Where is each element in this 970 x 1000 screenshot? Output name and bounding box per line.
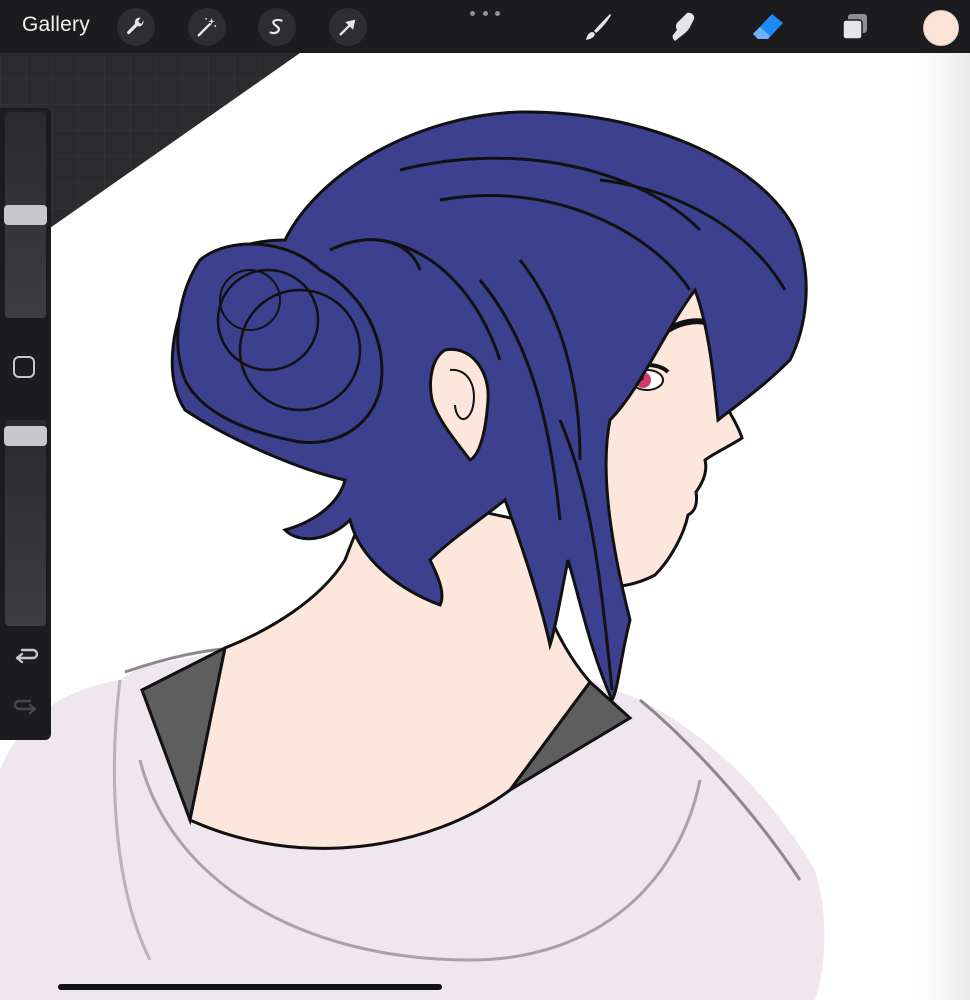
layers-icon (842, 14, 867, 40)
arrow-cursor-icon (339, 19, 356, 36)
brush-opacity-slider[interactable] (4, 420, 47, 626)
magic-wand-icon (197, 17, 217, 37)
selection-button[interactable] (258, 8, 296, 46)
drawing-canvas[interactable] (0, 0, 970, 1000)
selection-s-icon (269, 18, 283, 35)
brush-size-thumb[interactable] (4, 205, 47, 225)
smudge-tool[interactable] (664, 8, 704, 46)
left-sidebar (0, 108, 51, 740)
redo-icon (13, 699, 37, 715)
brush-tool[interactable] (578, 8, 618, 46)
artwork[interactable] (0, 0, 970, 1000)
transform-button[interactable] (329, 8, 367, 46)
square-modify-icon[interactable] (13, 356, 35, 378)
home-indicator[interactable] (58, 984, 442, 990)
color-picker-button[interactable] (923, 10, 959, 46)
eraser-tool[interactable] (748, 8, 788, 46)
undo-icon (15, 648, 39, 664)
brush-opacity-thumb[interactable] (4, 426, 47, 446)
brush-size-slider[interactable] (4, 112, 47, 318)
eraser-icon (753, 14, 783, 39)
wrench-icon (127, 17, 144, 35)
adjustments-button[interactable] (188, 8, 226, 46)
smudge-finger-icon (672, 12, 695, 41)
top-toolbar: Gallery (0, 0, 970, 53)
gallery-button[interactable]: Gallery (22, 13, 90, 37)
layers-tool[interactable] (835, 8, 875, 46)
procreate-app: Gallery (0, 0, 970, 1000)
redo-button[interactable] (11, 695, 41, 721)
actions-button[interactable] (117, 8, 155, 46)
brush-icon (586, 14, 611, 40)
undo-button[interactable] (11, 644, 41, 670)
more-dots-icon[interactable] (470, 6, 500, 20)
